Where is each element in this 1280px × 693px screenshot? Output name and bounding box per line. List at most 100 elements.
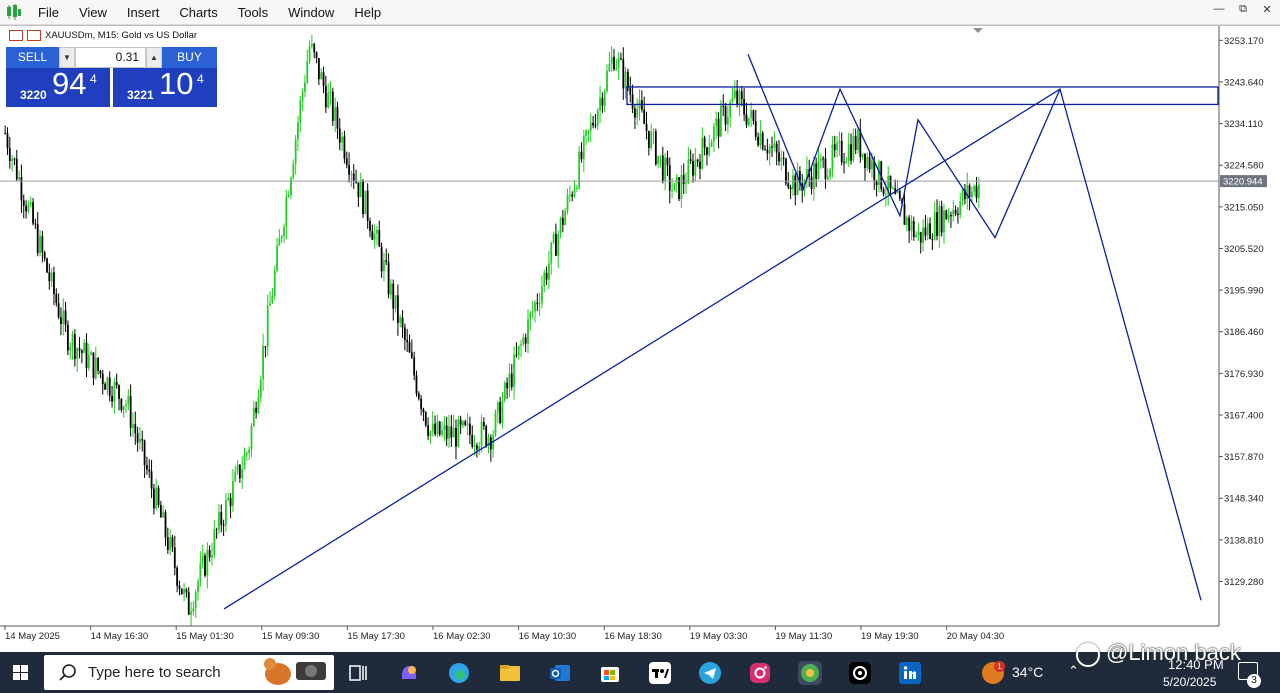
candle <box>659 155 662 168</box>
app-logo-icon <box>7 4 21 20</box>
candle <box>722 94 725 117</box>
candle <box>757 132 759 147</box>
candle <box>227 492 230 502</box>
time-axis[interactable]: 14 May 2025 14 May 16:30 15 May 01:30 15 Ma… <box>4 626 1005 642</box>
tray-overflow-icon[interactable]: ⌃ <box>1068 663 1079 679</box>
candle <box>431 411 434 437</box>
menu-tools[interactable]: Tools <box>230 0 276 25</box>
candle <box>266 294 269 357</box>
candle <box>726 105 729 134</box>
candle <box>650 123 653 151</box>
candle <box>668 157 671 204</box>
candle <box>308 40 311 65</box>
candle <box>278 229 281 246</box>
zigzag-projection[interactable] <box>747 53 1202 601</box>
candle <box>99 369 102 379</box>
candle <box>522 333 525 347</box>
buy-price[interactable]: 3221 10 4 <box>113 66 217 107</box>
candle <box>710 139 713 148</box>
minimize-icon[interactable]: — <box>1212 3 1226 16</box>
candle <box>250 423 253 457</box>
lot-increase-icon[interactable]: ▲ <box>146 47 162 68</box>
microsoft-store-icon[interactable] <box>598 661 622 685</box>
buy-button[interactable]: BUY <box>162 47 217 68</box>
candle <box>94 346 97 380</box>
candle <box>738 88 741 117</box>
candle <box>317 58 320 86</box>
instagram-icon[interactable] <box>748 661 772 685</box>
chart-area[interactable]: 3253.170 3243.640 3234.110 3224.580 3215.050… <box>0 25 1280 652</box>
temperature[interactable]: 34°C <box>1012 664 1043 680</box>
restore-icon[interactable]: ⧉ <box>1236 3 1250 16</box>
candle <box>283 223 285 243</box>
candle <box>285 190 288 240</box>
candle <box>429 430 432 444</box>
notifications-count: 3 <box>1247 674 1261 688</box>
candle <box>736 80 739 108</box>
candle <box>696 158 699 168</box>
menu-view[interactable]: View <box>71 0 115 25</box>
clock-date[interactable]: 5/20/2025 <box>1163 675 1216 689</box>
candle <box>101 369 104 395</box>
candle <box>771 136 773 157</box>
sell-button[interactable]: SELL <box>6 47 59 68</box>
candle <box>759 120 762 149</box>
candle <box>320 68 323 80</box>
candle <box>466 413 469 436</box>
candle <box>494 409 497 437</box>
menu-insert[interactable]: Insert <box>119 0 168 25</box>
candle <box>833 135 836 158</box>
y-tick: 3243.640 <box>1219 77 1264 88</box>
svg-text:20 May 04:30: 20 May 04:30 <box>947 631 1005 642</box>
file-explorer-icon[interactable] <box>498 661 522 685</box>
tradingview-icon[interactable] <box>648 661 672 685</box>
trade-panel-top: SELL ▼ 0.31 ▲ BUY <box>6 47 217 68</box>
candle <box>706 146 708 166</box>
windows-start-icon[interactable] <box>0 652 42 693</box>
svg-text:3243.640: 3243.640 <box>1224 77 1264 88</box>
candle <box>847 132 850 167</box>
candle <box>157 485 160 508</box>
candle <box>538 292 541 317</box>
candle <box>620 52 622 61</box>
sell-price[interactable]: 3220 94 4 <box>6 66 110 107</box>
outlook-icon[interactable] <box>548 661 572 685</box>
candle <box>352 164 355 189</box>
menu-charts[interactable]: Charts <box>171 0 225 25</box>
edge-icon[interactable] <box>447 661 471 685</box>
candle <box>745 102 748 129</box>
linkedin-icon[interactable] <box>898 661 922 685</box>
menu-file[interactable]: File <box>30 0 67 25</box>
candle <box>60 307 62 336</box>
price-chart[interactable]: 3253.170 3243.640 3234.110 3224.580 3215.050… <box>0 26 1280 653</box>
candle <box>761 130 764 151</box>
candle <box>780 150 783 171</box>
resistance-zone[interactable] <box>626 86 1219 106</box>
search-highlight-icon[interactable] <box>256 654 330 687</box>
candle <box>441 421 443 438</box>
candle <box>501 391 504 429</box>
telegram-icon[interactable] <box>698 661 722 685</box>
candle <box>854 128 857 155</box>
threads-icon[interactable] <box>848 661 872 685</box>
candle <box>11 154 14 172</box>
menu-window[interactable]: Window <box>280 0 342 25</box>
candle <box>401 310 404 339</box>
candle <box>601 92 604 113</box>
chart-shift-icon[interactable] <box>973 28 983 33</box>
menu-help[interactable]: Help <box>346 0 389 25</box>
candle <box>857 127 859 154</box>
candle <box>754 109 757 141</box>
svg-text:3215.050: 3215.050 <box>1224 202 1264 213</box>
candle <box>457 415 460 448</box>
candle <box>513 346 515 400</box>
lot-size-input[interactable]: 0.31 <box>75 47 146 68</box>
copilot-icon[interactable] <box>397 661 421 685</box>
svg-text:15 May 09:30: 15 May 09:30 <box>262 631 320 642</box>
candle <box>41 230 44 263</box>
lot-decrease-icon[interactable]: ▼ <box>59 47 75 68</box>
task-view-icon[interactable] <box>346 661 370 685</box>
candle <box>950 211 952 229</box>
metatrader-icon[interactable] <box>798 661 822 685</box>
close-icon[interactable]: ✕ <box>1260 3 1274 16</box>
